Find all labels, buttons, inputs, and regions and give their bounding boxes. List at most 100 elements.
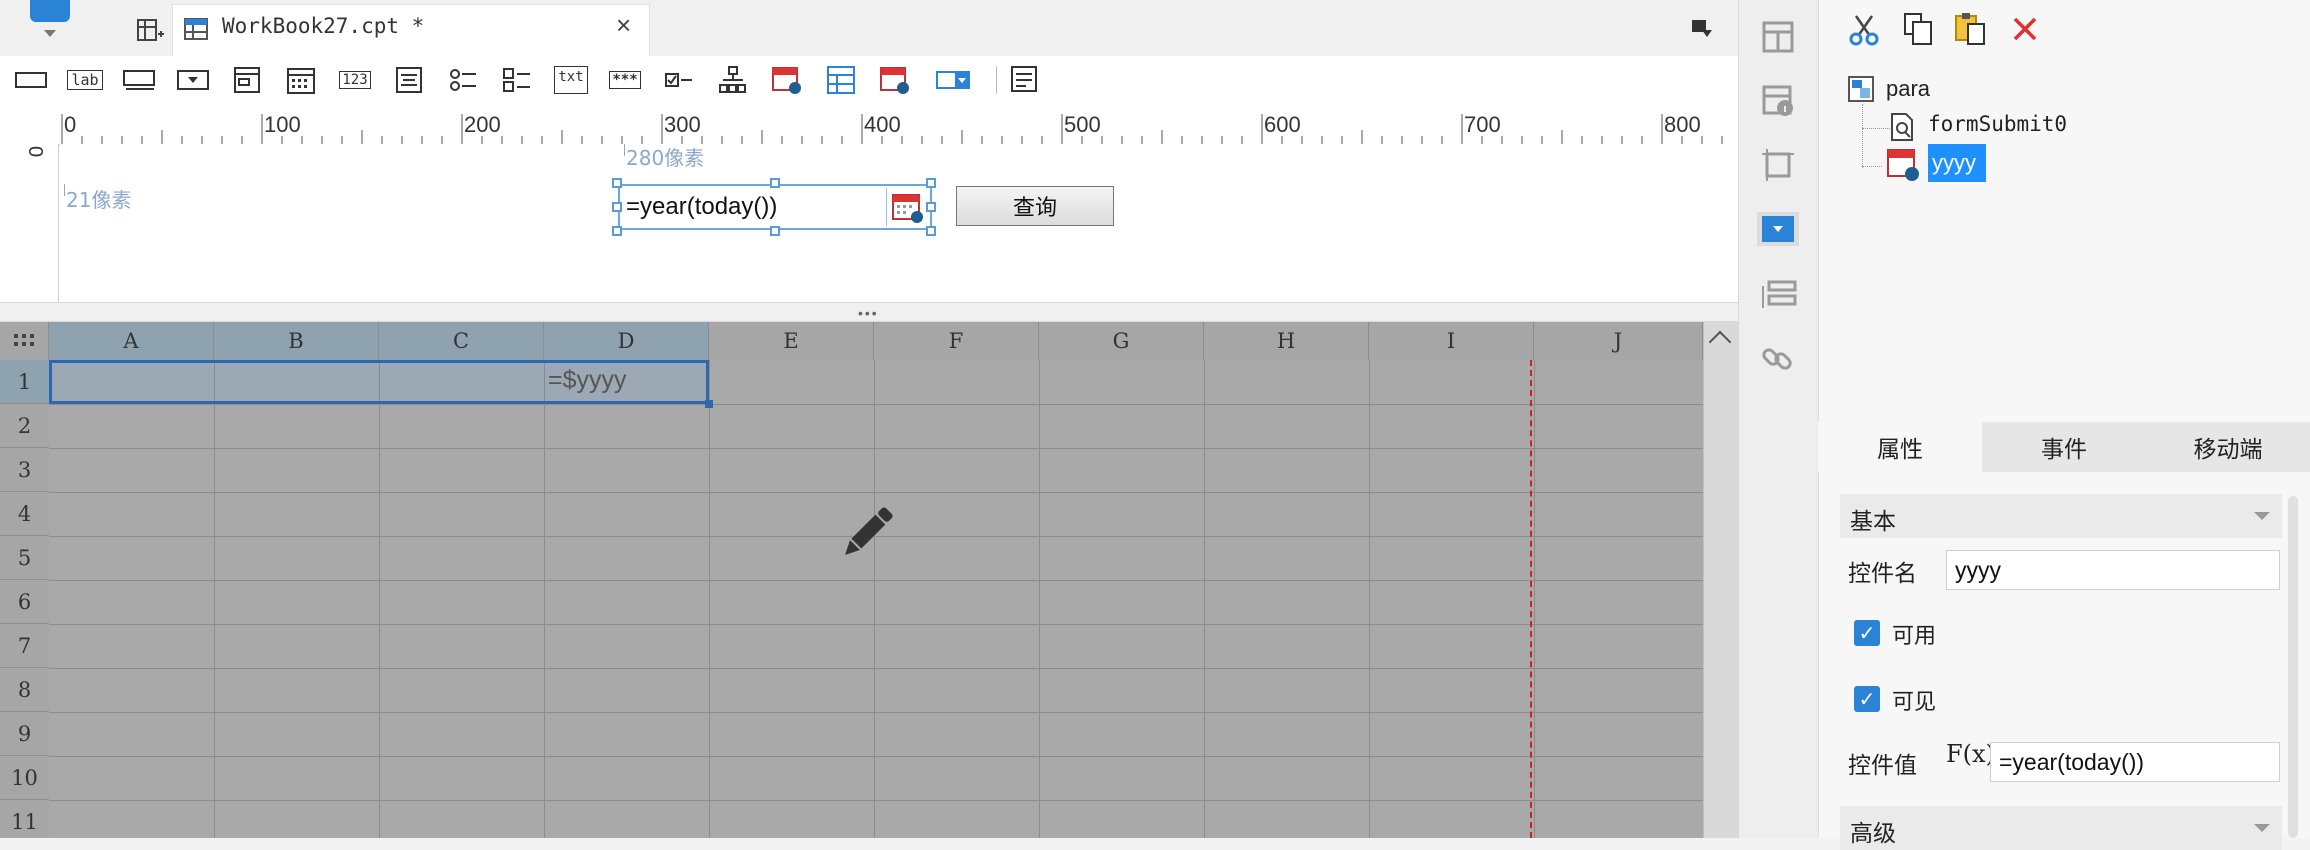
tree-node-formsubmit[interactable]: formSubmit0 [1928, 112, 2067, 136]
number-widget-icon[interactable]: 123 [338, 65, 372, 95]
dropdown-widget-icon-active[interactable] [1757, 212, 1799, 246]
widget-value-field[interactable] [1990, 742, 2280, 782]
delete-icon[interactable] [2010, 14, 2040, 44]
parameter-panel[interactable]: 280像素 21像素 =year(today()) 查询 [60, 144, 1738, 302]
row-header[interactable]: 3 [0, 448, 49, 492]
date-widget-icon[interactable] [770, 65, 804, 95]
link-icon[interactable] [1761, 342, 1797, 376]
new-template-icon[interactable] [136, 16, 164, 44]
panel-collapse-icon[interactable] [1690, 18, 1714, 40]
formula-icon-text: F(x) [1946, 740, 1995, 768]
layout-icon[interactable] [1761, 20, 1795, 54]
row-header[interactable]: 7 [0, 624, 49, 668]
column-header[interactable]: D [544, 322, 709, 360]
panel-splitter[interactable]: ••• [0, 302, 1738, 322]
select-all-icon[interactable] [0, 322, 49, 360]
downlist-widget-icon[interactable] [936, 65, 970, 95]
tab-mobile[interactable]: 移动端 [2146, 422, 2310, 472]
column-header[interactable]: I [1369, 322, 1534, 360]
textarea-widget-icon[interactable] [392, 65, 426, 95]
scroll-up-icon[interactable] [1708, 330, 1732, 354]
row-header[interactable]: 11 [0, 800, 49, 838]
column-header[interactable]: G [1039, 322, 1204, 360]
form-layout-icon[interactable] [1761, 278, 1797, 312]
ruler-label: 400 [864, 112, 901, 137]
password-widget-icon[interactable]: *** [608, 65, 642, 95]
app-logo-icon[interactable] [30, 0, 70, 22]
section-advanced-title: 高级 [1850, 821, 1896, 847]
vertical-ruler: 0 [24, 144, 59, 302]
info-table-icon[interactable] [1761, 84, 1795, 118]
section-basic[interactable]: 基本 [1840, 494, 2282, 538]
cell-d1[interactable]: =$yyyy [548, 366, 627, 395]
resize-handle[interactable] [770, 178, 780, 188]
enabled-checkbox[interactable]: ✓ [1854, 620, 1880, 646]
paste-icon[interactable] [1954, 12, 1988, 46]
textfield-widget-icon[interactable] [14, 65, 48, 95]
column-header[interactable]: F [874, 322, 1039, 360]
form-submit-icon [1890, 112, 1916, 142]
copy-icon[interactable] [1902, 12, 1934, 46]
tree-node-yyyy-label: yyyy [1932, 150, 1976, 175]
date-widget-yyyy[interactable]: =year(today()) [618, 184, 932, 230]
column-header[interactable]: A [49, 322, 214, 360]
datetime-grid-widget-icon[interactable] [824, 65, 858, 95]
row-header[interactable]: 10 [0, 756, 49, 800]
vertical-scrollbar[interactable] [1703, 322, 1738, 838]
chevron-down-icon[interactable] [44, 30, 56, 37]
calendar-grid-widget-icon[interactable] [284, 65, 318, 95]
time-widget-icon[interactable] [878, 65, 912, 95]
row-header[interactable]: 9 [0, 712, 49, 756]
column-header[interactable]: J [1534, 322, 1703, 360]
tree-node-para[interactable]: para [1886, 76, 1930, 102]
fill-handle[interactable] [705, 400, 713, 408]
row-header[interactable]: 6 [0, 580, 49, 624]
row-header[interactable]: 2 [0, 404, 49, 448]
column-header[interactable]: C [379, 322, 544, 360]
resize-handle[interactable] [612, 202, 622, 212]
ruler-label: 600 [1264, 112, 1301, 137]
tab-events[interactable]: 事件 [1982, 422, 2146, 472]
resize-handle[interactable] [770, 226, 780, 236]
collapse-arrow-icon[interactable] [2254, 824, 2270, 832]
calendar-icon[interactable] [886, 188, 929, 226]
resize-handle[interactable] [926, 178, 936, 188]
cut-icon[interactable] [1848, 14, 1880, 46]
column-header[interactable]: E [709, 322, 874, 360]
vertical-ruler-label: 0 [24, 146, 46, 158]
text-widget-icon[interactable]: txt [554, 65, 588, 95]
radiogroup-widget-icon[interactable] [446, 65, 480, 95]
column-header[interactable]: B [214, 322, 379, 360]
close-icon[interactable]: × [616, 12, 631, 38]
tree-connector [1862, 128, 1890, 129]
more-widgets-icon[interactable] [1010, 65, 1044, 95]
frame-icon[interactable] [1761, 148, 1795, 182]
pencil-icon [834, 500, 900, 566]
resize-handle[interactable] [612, 178, 622, 188]
properties-scrollbar[interactable] [2288, 496, 2298, 838]
button-widget-icon[interactable] [122, 65, 156, 95]
checkbox-widget-icon[interactable] [662, 65, 696, 95]
section-advanced[interactable]: 高级 [1840, 806, 2282, 850]
query-button[interactable]: 查询 [956, 186, 1114, 226]
listview-widget-icon[interactable] [230, 65, 264, 95]
row-header[interactable]: 5 [0, 536, 49, 580]
formula-icon[interactable]: F(x) [1946, 740, 1995, 780]
column-header[interactable]: H [1204, 322, 1369, 360]
resize-handle[interactable] [926, 202, 936, 212]
row-header[interactable]: 1 [0, 360, 49, 404]
combobox-widget-icon[interactable] [176, 65, 210, 95]
label-widget-icon[interactable]: lab [67, 65, 103, 95]
tree-widget-icon[interactable] [716, 65, 750, 95]
row-header[interactable]: 4 [0, 492, 49, 536]
resize-handle[interactable] [926, 226, 936, 236]
spreadsheet-grid[interactable]: A B C D E F G H I J 1 2 3 4 5 6 7 8 9 10… [0, 322, 1738, 838]
collapse-arrow-icon[interactable] [2254, 512, 2270, 520]
resize-handle[interactable] [612, 226, 622, 236]
widget-name-field[interactable] [1946, 550, 2280, 590]
tab-properties[interactable]: 属性 [1818, 422, 1982, 472]
row-header[interactable]: 8 [0, 668, 49, 712]
tree-node-yyyy[interactable]: yyyy [1928, 144, 1986, 182]
checkboxgroup-widget-icon[interactable] [500, 65, 534, 95]
visible-checkbox[interactable]: ✓ [1854, 686, 1880, 712]
